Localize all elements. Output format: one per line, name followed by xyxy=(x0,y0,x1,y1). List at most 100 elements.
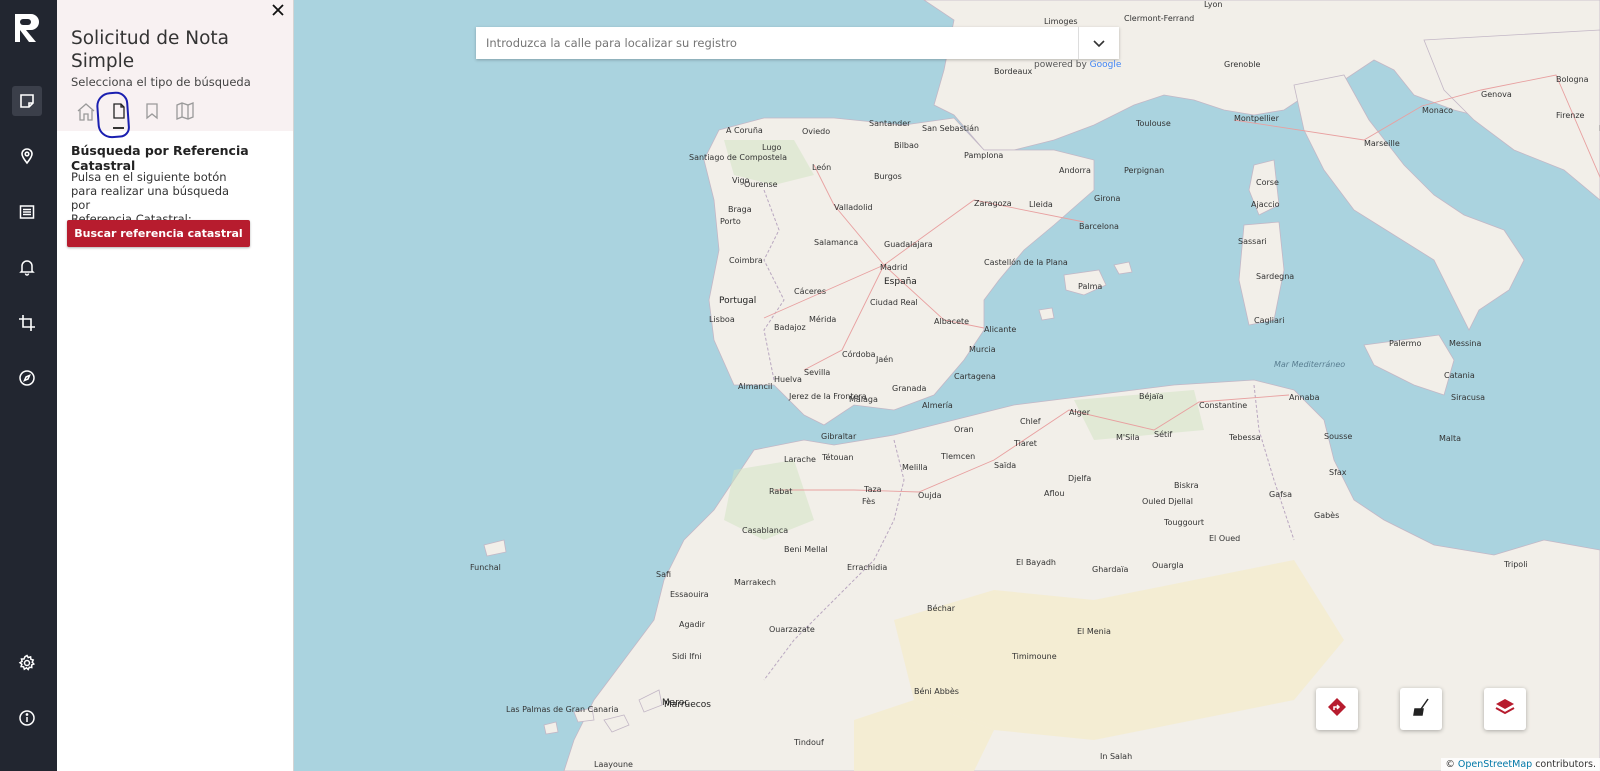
map-label: San Sebastián xyxy=(922,124,980,133)
map-label: A Coruña xyxy=(726,126,763,135)
map-label: Madrid xyxy=(880,263,908,272)
search-dropdown-toggle[interactable] xyxy=(1078,27,1119,59)
tab-map[interactable] xyxy=(168,102,201,128)
sidebar-item-notes[interactable] xyxy=(12,86,42,116)
map-label: Lyon xyxy=(1204,0,1223,9)
map-label: Béni Abbès xyxy=(914,687,959,696)
sidebar-item-explore[interactable] xyxy=(12,363,42,393)
map-label: Palma xyxy=(1078,282,1103,291)
sweep-icon xyxy=(1411,697,1431,721)
info-button[interactable] xyxy=(12,703,42,733)
map-label: Oujda xyxy=(918,491,942,500)
map-label: España xyxy=(884,277,917,287)
map-label: El Menia xyxy=(1077,627,1111,636)
sidebar-item-notifications[interactable] xyxy=(12,252,42,282)
map-label: Málaga xyxy=(849,395,878,404)
map-label: Gafsa xyxy=(1269,490,1292,499)
map-label: Mar Mediterráneo xyxy=(1274,360,1346,369)
map-label: Rabat xyxy=(769,487,793,496)
map-view[interactable]: Limoges Clermont-Ferrand Lyon Grenoble Borde… xyxy=(294,0,1600,771)
map-label: Sousse xyxy=(1324,432,1353,441)
openstreetmap-link[interactable]: OpenStreetMap xyxy=(1458,759,1532,770)
map-label: Saïda xyxy=(994,461,1017,470)
map-label: Pamplona xyxy=(964,151,1004,160)
map-label: Coimbra xyxy=(729,256,763,265)
map-label: Béchar xyxy=(927,604,956,613)
map-label: Cáceres xyxy=(794,287,827,296)
street-search-input[interactable] xyxy=(476,27,1074,59)
map-label: Corse xyxy=(1256,178,1279,187)
map-label: Portugal xyxy=(719,296,757,306)
map-label: Casablanca xyxy=(742,526,789,535)
bookmark-icon xyxy=(143,102,161,124)
map-label: Firenze xyxy=(1556,111,1585,120)
map-label: Marrakech xyxy=(734,578,776,587)
map-label: Barcelona xyxy=(1079,222,1119,231)
map-label: El Bayadh xyxy=(1016,558,1056,567)
map-label: Tétouan xyxy=(822,453,854,462)
map-label: León xyxy=(812,163,832,172)
map-label: Siracusa xyxy=(1451,393,1486,402)
map-label: Santander xyxy=(869,119,911,128)
map-label: Chlef xyxy=(1020,417,1041,426)
map-label: Gabès xyxy=(1314,511,1340,520)
map-label: Ghardaïa xyxy=(1092,565,1129,574)
powered-by-google: powered by Google xyxy=(1034,60,1122,70)
map-label: Ouarzazate xyxy=(769,625,815,634)
map-label: Castellón de la Plana xyxy=(984,258,1068,267)
close-panel-button[interactable] xyxy=(269,2,287,20)
map-label: Vigo xyxy=(732,176,750,185)
tab-bookmark[interactable] xyxy=(135,102,168,128)
map-label: Palermo xyxy=(1389,339,1422,348)
map-label: Melilla xyxy=(902,463,928,472)
map-label: Granada xyxy=(892,384,927,393)
map-label: Guadalajara xyxy=(884,240,933,249)
map-label: Porto xyxy=(720,217,741,226)
map-label: Larache xyxy=(784,455,816,464)
map-label: Cartagena xyxy=(954,372,996,381)
map-label: Marseille xyxy=(1364,139,1400,148)
map-label: Andorra xyxy=(1059,166,1091,175)
map-label: Jaén xyxy=(876,355,894,364)
panel-subtitle: Selecciona el tipo de búsqueda xyxy=(71,75,251,89)
nota-simple-panel: Solicitud de Nota Simple Selecciona el t… xyxy=(57,0,294,771)
map-label: Clermont-Ferrand xyxy=(1124,14,1195,23)
settings-button[interactable] xyxy=(12,648,42,678)
map-label: Sassari xyxy=(1238,237,1267,246)
map-attribution: © OpenStreetMap contributors. xyxy=(1441,758,1600,771)
map-label: Alicante xyxy=(984,325,1017,334)
sidebar-item-list[interactable] xyxy=(12,197,42,227)
map-label: Genova xyxy=(1481,90,1512,99)
hand-drawn-annotation xyxy=(95,90,131,140)
sidebar-item-crop[interactable] xyxy=(12,308,42,338)
map-label: Lugo xyxy=(762,143,782,152)
map-label: Las Palmas de Gran Canaria xyxy=(506,705,619,714)
map-pin-icon xyxy=(18,147,36,165)
map-label: Safi xyxy=(656,570,672,579)
map-label: Malta xyxy=(1439,434,1462,443)
map-label: Ciudad Real xyxy=(870,298,918,307)
buscar-referencia-catastral-button[interactable]: Buscar referencia catastral xyxy=(67,220,250,247)
map-label: Salamanca xyxy=(814,238,859,247)
map-label: Sidi Ifni xyxy=(672,652,702,661)
map-label: Taza xyxy=(864,485,882,494)
directions-icon xyxy=(1327,697,1347,721)
info-icon xyxy=(18,709,36,727)
map-label: Biskra xyxy=(1174,481,1199,490)
layers-button[interactable] xyxy=(1484,688,1526,730)
chevron-down-icon xyxy=(1092,34,1106,53)
directions-button[interactable] xyxy=(1316,688,1358,730)
map-label: Oviedo xyxy=(802,127,831,136)
map-label: Touggourt xyxy=(1164,518,1205,527)
section-title: Búsqueda por Referencia Catastral xyxy=(71,143,249,173)
map-label: Braga xyxy=(728,205,752,214)
map-label: Tlemcen xyxy=(941,452,976,461)
map-label: Sardegna xyxy=(1256,272,1295,281)
map-label: Bologna xyxy=(1556,75,1589,84)
map-label: Errachidia xyxy=(847,563,888,572)
clear-button[interactable] xyxy=(1400,688,1442,730)
brand-r-logo[interactable] xyxy=(12,12,42,44)
sidebar-item-location[interactable] xyxy=(12,141,42,171)
map-label: Perpignan xyxy=(1124,166,1165,175)
map-label: M'Sila xyxy=(1116,433,1140,442)
